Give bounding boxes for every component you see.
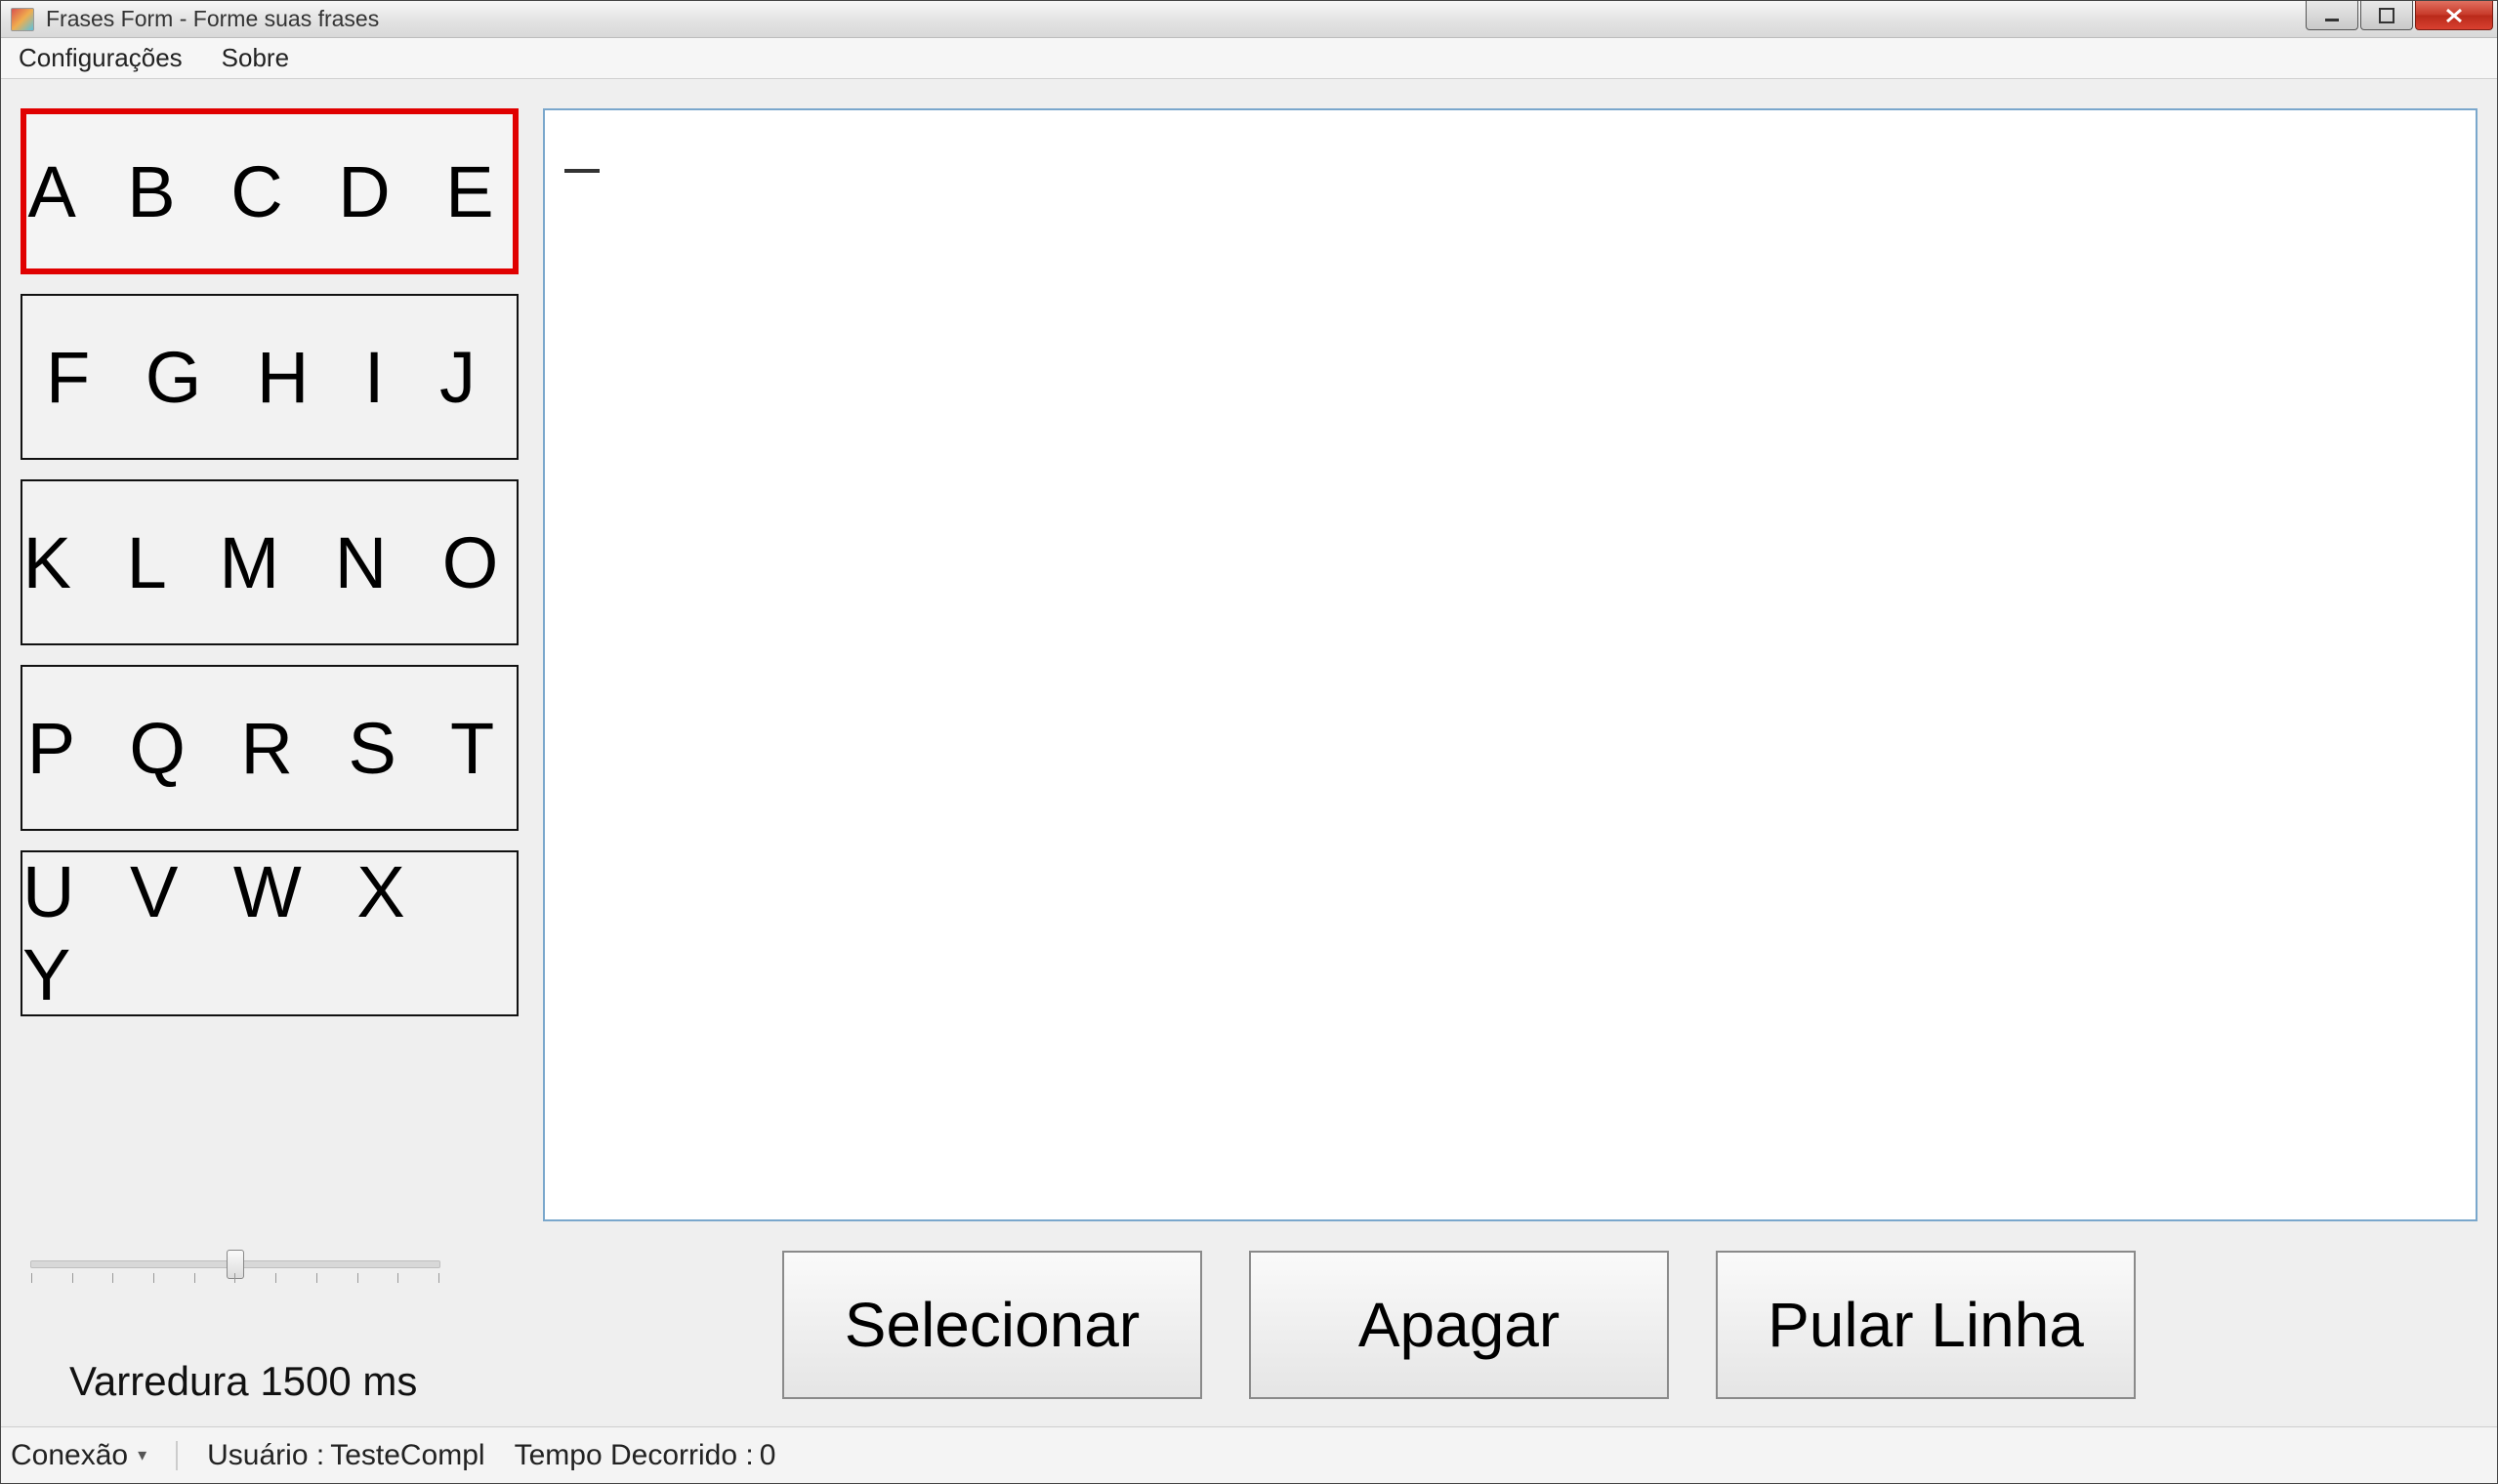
statusbar: Conexão ▾ Usuário : TesteCompl Tempo Dec…	[1, 1426, 2497, 1483]
text-output-area[interactable]	[543, 108, 2477, 1221]
letter-group-klmno[interactable]: K L M N O	[21, 479, 519, 645]
scan-speed-label: Varredura 1500 ms	[69, 1358, 417, 1405]
menu-config[interactable]: Configurações	[13, 39, 188, 77]
minimize-icon	[2322, 6, 2342, 25]
text-caret	[564, 169, 600, 173]
minimize-button[interactable]	[2306, 1, 2358, 30]
chevron-down-icon: ▾	[138, 1445, 146, 1465]
status-elapsed-label: Tempo Decorrido :	[515, 1439, 754, 1472]
close-button[interactable]	[2415, 1, 2493, 30]
letter-group-abcde[interactable]: A B C D E	[21, 108, 519, 274]
window-controls	[2304, 1, 2493, 32]
status-user-label: Usuário :	[207, 1439, 324, 1472]
status-elapsed: Tempo Decorrido : 0	[515, 1439, 776, 1472]
letter-group-pqrst[interactable]: P Q R S T	[21, 665, 519, 831]
delete-button[interactable]: Apagar	[1249, 1251, 1669, 1399]
letter-group-uvwxy[interactable]: U V W X Y	[21, 850, 519, 1016]
status-elapsed-value: 0	[760, 1439, 776, 1472]
letter-group-fghij[interactable]: F G H I J	[21, 294, 519, 460]
client-area: A B C D E F G H I J K L M N O P Q R S T …	[1, 79, 2497, 1424]
scan-speed-slider[interactable]	[30, 1260, 440, 1268]
slider-ticks	[31, 1273, 439, 1283]
letter-groups-column: A B C D E F G H I J K L M N O P Q R S T …	[21, 108, 519, 1016]
newline-button[interactable]: Pular Linha	[1716, 1251, 2136, 1399]
action-buttons-row: Selecionar Apagar Pular Linha	[782, 1251, 2477, 1399]
maximize-button[interactable]	[2360, 1, 2413, 30]
status-user-value: TesteCompl	[330, 1439, 484, 1472]
status-user: Usuário : TesteCompl	[207, 1439, 484, 1472]
maximize-icon	[2377, 6, 2396, 25]
menubar: Configurações Sobre	[1, 38, 2497, 79]
status-connection[interactable]: Conexão ▾	[11, 1439, 146, 1472]
select-button[interactable]: Selecionar	[782, 1251, 1202, 1399]
status-connection-label: Conexão	[11, 1439, 128, 1472]
titlebar: Frases Form - Forme suas frases	[1, 1, 2497, 38]
close-icon	[2442, 6, 2466, 25]
app-icon	[9, 6, 36, 33]
menu-about[interactable]: Sobre	[216, 39, 295, 77]
slider-track	[30, 1260, 440, 1268]
status-separator	[176, 1441, 178, 1470]
window-title: Frases Form - Forme suas frases	[46, 6, 379, 32]
app-window: Frases Form - Forme suas frases Configur…	[0, 0, 2498, 1484]
